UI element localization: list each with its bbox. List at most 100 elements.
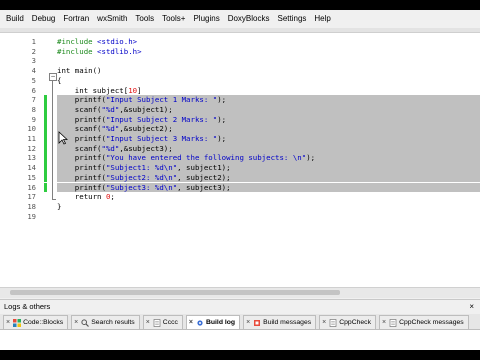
code-token: { xyxy=(57,75,62,85)
code-token: } xyxy=(57,201,62,211)
build-icon xyxy=(253,319,261,327)
code-line[interactable]: return 0; xyxy=(57,192,480,202)
tab-label: CppCheck xyxy=(339,319,371,326)
menu-plugins[interactable]: Plugins xyxy=(189,10,223,28)
code-line[interactable]: printf("Input Subject 2 Marks: "); xyxy=(57,114,480,125)
code-line[interactable]: scanf("%d",&subject3); xyxy=(57,143,480,154)
menu-fortran[interactable]: Fortran xyxy=(59,10,93,28)
code-line[interactable]: printf("Subject2: %d\n", subject2); xyxy=(57,172,480,183)
menu-build[interactable]: Build xyxy=(0,10,28,28)
code-token: , subject3); xyxy=(177,182,231,192)
line-number: 9 xyxy=(31,114,36,124)
code-token: "Subject3: %d\n" xyxy=(105,182,178,192)
fold-end-marker xyxy=(52,199,56,200)
menu-help[interactable]: Help xyxy=(310,10,334,28)
code-line[interactable]: int main() xyxy=(57,66,480,76)
menu-wxsmith[interactable]: wxSmith xyxy=(93,10,131,28)
fold-margin[interactable]: − xyxy=(47,33,57,297)
tab-label: Cccc xyxy=(162,319,178,326)
tab-label: Build log xyxy=(205,319,236,326)
fold-toggle-icon[interactable]: − xyxy=(49,73,57,81)
line-number: 14 xyxy=(27,163,36,173)
code-text-area[interactable]: #include <stdio.h> #include <stdlib.h> int… xyxy=(57,33,480,297)
code-line[interactable]: scanf("%d",&subject2); xyxy=(57,124,480,134)
tab-close-icon[interactable]: × xyxy=(6,319,10,326)
build-log-output xyxy=(0,330,480,350)
code-token: "Subject1: %d\n" xyxy=(105,163,178,173)
tab-close-icon[interactable]: × xyxy=(322,319,326,326)
tab-close-icon[interactable]: × xyxy=(74,319,78,326)
code-token: int subject[ xyxy=(57,85,129,95)
tab-build-log[interactable]: × Build log xyxy=(185,315,241,329)
code-token: ); xyxy=(306,153,316,163)
tab-close-icon[interactable]: × xyxy=(146,319,150,326)
menu-debug[interactable]: Debug xyxy=(28,10,60,28)
code-token: "%d" xyxy=(101,124,120,134)
code-line[interactable]: printf("Subject1: %d\n", subject1); xyxy=(57,163,480,173)
tab-label: Build messages xyxy=(263,319,312,326)
code-token: "Input Subject 3 Marks: " xyxy=(105,134,218,143)
code-line[interactable] xyxy=(57,212,480,222)
code-line[interactable]: int subject[10] xyxy=(57,86,480,96)
line-number: 12 xyxy=(27,143,36,153)
logs-tab-bar: × Code::Blocks × Search results × Cccc × Build … xyxy=(0,314,480,330)
code-line[interactable]: printf("Input Subject 3 Marks: "); xyxy=(57,134,480,144)
code-line[interactable]: { xyxy=(57,76,480,86)
document-icon xyxy=(329,318,337,327)
code-token: 10 xyxy=(128,85,138,95)
close-icon[interactable]: × xyxy=(469,300,474,314)
fold-guide-line xyxy=(52,81,53,199)
tab-close-icon[interactable]: × xyxy=(189,319,193,326)
tab-cccc[interactable]: × Cccc xyxy=(142,315,183,329)
code-line[interactable]: printf("Input Subject 1 Marks: "); xyxy=(57,95,480,105)
code-token: printf( xyxy=(57,95,106,105)
code-token: printf( xyxy=(57,163,106,173)
tab-cppcheck-messages[interactable]: × CppCheck messages xyxy=(378,315,469,329)
code-line[interactable]: #include <stdio.h> xyxy=(57,37,480,47)
code-token: ); xyxy=(217,114,227,124)
tab-build-messages[interactable]: × Build messages xyxy=(243,315,317,329)
tab-label: CppCheck messages xyxy=(399,319,464,326)
code-token: ); xyxy=(217,95,227,105)
code-token: scanf( xyxy=(57,143,102,153)
code-token: printf( xyxy=(57,182,106,192)
tab-close-icon[interactable]: × xyxy=(382,319,386,326)
code-line[interactable]: printf("Subject3: %d\n", subject3); xyxy=(57,182,480,193)
code-token: ,&subject3); xyxy=(119,143,173,153)
code-token: "Subject2: %d\n" xyxy=(105,172,178,182)
code-token: "%d" xyxy=(101,143,120,153)
code-line[interactable]: } xyxy=(57,202,480,212)
code-line[interactable]: scanf("%d",&subject1); xyxy=(57,104,480,115)
tab-close-icon[interactable]: × xyxy=(246,319,250,326)
document-icon xyxy=(153,318,161,327)
tab-code-blocks[interactable]: × Code::Blocks xyxy=(3,315,69,329)
tab-search-results[interactable]: × Search results xyxy=(71,315,140,329)
menu-doxyblocks[interactable]: DoxyBlocks xyxy=(224,10,274,28)
code-token: <stdlib.h> xyxy=(97,46,142,56)
line-number: 4 xyxy=(31,66,36,76)
menu-settings[interactable]: Settings xyxy=(274,10,311,28)
gear-icon xyxy=(196,319,204,327)
code-token: ; xyxy=(110,192,115,202)
code-line[interactable]: #include <stdlib.h> xyxy=(57,47,480,57)
horizontal-scrollbar[interactable] xyxy=(0,287,480,298)
line-number: 18 xyxy=(27,201,36,211)
code-token: #include xyxy=(57,46,98,56)
code-editor[interactable]: 1 2 3 4 5 6 7 8 9 10 11 12 13 14 15 16 17 18 19 − #include… xyxy=(0,33,480,297)
code-token: "Input Subject 1 Marks: " xyxy=(105,95,218,105)
tab-cppcheck[interactable]: × CppCheck xyxy=(319,315,376,329)
line-number: 17 xyxy=(27,192,36,202)
code-token: scanf( xyxy=(57,104,102,114)
tab-label: Search results xyxy=(91,319,135,326)
code-token: "Input Subject 2 Marks: " xyxy=(105,114,218,124)
line-number: 3 xyxy=(31,56,36,66)
code-line[interactable] xyxy=(57,56,480,66)
mouse-cursor-icon xyxy=(58,131,68,145)
scrollbar-thumb[interactable] xyxy=(10,290,340,295)
code-line[interactable]: printf("You have entered the following s… xyxy=(57,153,480,164)
menu-tools[interactable]: Tools xyxy=(131,10,158,28)
line-number-gutter: 1 2 3 4 5 6 7 8 9 10 11 12 13 14 15 16 17 18 19 xyxy=(0,33,44,297)
line-number: 19 xyxy=(27,211,36,221)
line-number: 1 xyxy=(31,37,36,46)
menu-tools[interactable]: Tools+ xyxy=(158,10,189,28)
